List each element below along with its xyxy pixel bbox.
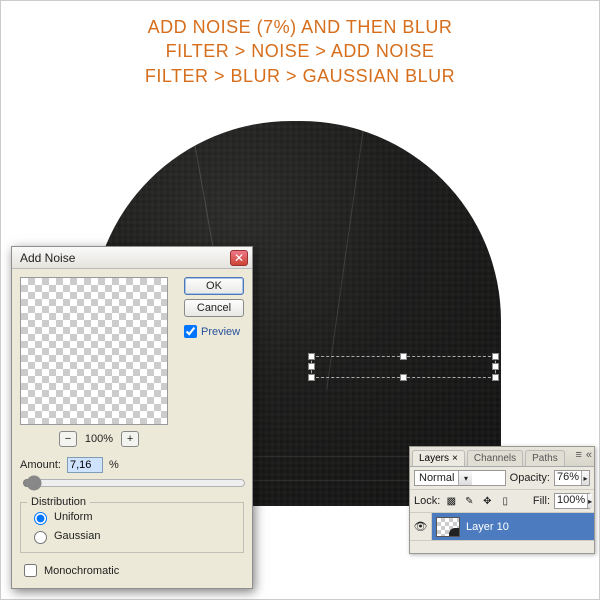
visibility-toggle[interactable]: 👁 <box>410 513 432 540</box>
close-icon[interactable]: ✕ <box>230 250 248 266</box>
monochromatic-row[interactable]: Monochromatic <box>12 559 252 588</box>
tab-paths[interactable]: Paths <box>525 450 565 466</box>
layer-thumbnail[interactable] <box>436 517 460 537</box>
monochromatic-checkbox[interactable] <box>24 564 37 577</box>
add-noise-dialog: Add Noise ✕ − 100% + OK Cancel Preview <box>11 246 253 589</box>
instruction-text: ADD NOISE (7%) AND THEN BLUR FILTER > NO… <box>1 15 599 88</box>
opacity-label: Opacity: <box>510 472 550 484</box>
uniform-radio-row[interactable]: Uniform <box>29 509 235 525</box>
zoom-out-button[interactable]: − <box>59 431 77 447</box>
tab-channels[interactable]: Channels <box>467 450 523 466</box>
dialog-titlebar[interactable]: Add Noise ✕ <box>12 247 252 269</box>
chevron-down-icon: ▾ <box>458 471 472 485</box>
fill-label: Fill: <box>533 495 550 507</box>
dialog-title: Add Noise <box>20 251 75 265</box>
lock-label: Lock: <box>414 495 440 507</box>
distribution-group: Distribution Uniform Gaussian <box>20 502 244 553</box>
opacity-field[interactable]: 76% ▸ <box>554 470 590 486</box>
lock-paint-icon[interactable]: ✎ <box>462 494 476 508</box>
layer-name: Layer 10 <box>466 521 509 533</box>
preview-label: Preview <box>201 326 240 338</box>
tab-layers[interactable]: Layers× <box>412 450 465 466</box>
fill-field[interactable]: 100% ▸ <box>554 493 590 509</box>
ok-button[interactable]: OK <box>184 277 244 295</box>
amount-label: Amount: <box>20 459 61 471</box>
panel-collapse-icon[interactable]: ≡ <box>575 449 581 461</box>
lock-all-icon[interactable]: ▯ <box>498 494 512 508</box>
blend-mode-dropdown[interactable]: Normal ▾ <box>414 470 506 486</box>
transform-bounding-box[interactable] <box>311 356 496 378</box>
gaussian-radio-row[interactable]: Gaussian <box>29 528 235 544</box>
lock-transparent-icon[interactable]: ▩ <box>444 494 458 508</box>
amount-slider[interactable] <box>22 475 246 491</box>
zoom-value: 100% <box>85 433 113 445</box>
layers-panel: Layers× Channels Paths ≡ « Normal ▾ Opac… <box>409 446 595 554</box>
fill-flyout-icon: ▸ <box>587 494 592 508</box>
opacity-flyout-icon: ▸ <box>581 471 589 485</box>
eye-icon: 👁 <box>414 520 428 533</box>
panel-menu-icon[interactable]: « <box>586 449 592 461</box>
lock-position-icon[interactable]: ✥ <box>480 494 494 508</box>
amount-input[interactable] <box>67 457 103 473</box>
gaussian-radio[interactable] <box>34 531 47 544</box>
uniform-radio[interactable] <box>34 512 47 525</box>
preview-checkbox[interactable] <box>184 325 197 338</box>
layers-empty-area[interactable] <box>410 541 594 553</box>
preview-checkbox-row[interactable]: Preview <box>184 325 244 338</box>
zoom-in-button[interactable]: + <box>121 431 139 447</box>
layer-row[interactable]: Layer 10 <box>432 513 594 540</box>
cancel-button[interactable]: Cancel <box>184 299 244 317</box>
preview-box[interactable] <box>20 277 168 425</box>
amount-unit: % <box>109 459 119 471</box>
distribution-legend: Distribution <box>27 496 90 508</box>
